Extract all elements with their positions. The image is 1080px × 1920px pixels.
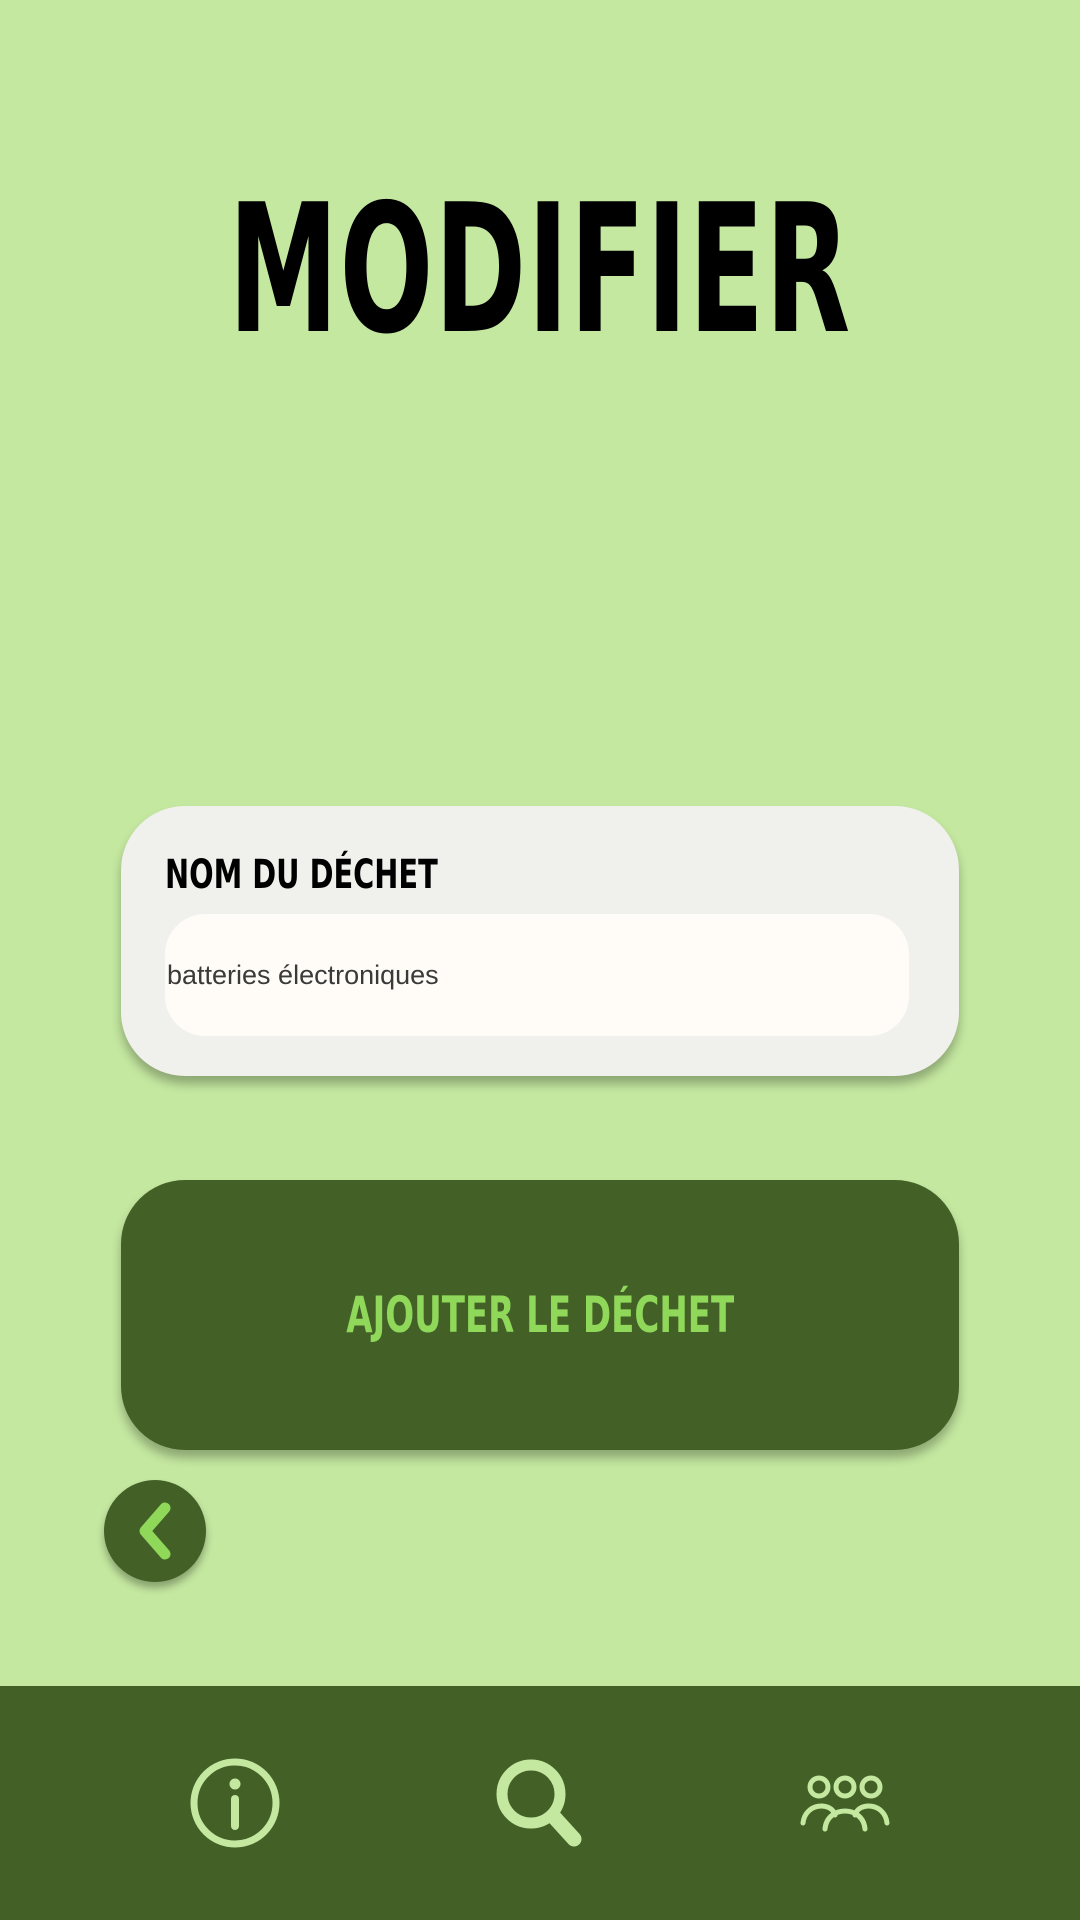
waste-name-label: NOM DU DÉCHET bbox=[165, 852, 438, 898]
search-icon bbox=[496, 1759, 582, 1847]
users-icon bbox=[800, 1775, 890, 1832]
page-title: MODIFIER bbox=[228, 166, 852, 373]
nav-item-community[interactable] bbox=[745, 1686, 945, 1920]
nav-item-search[interactable] bbox=[440, 1686, 640, 1920]
chevron-left-icon bbox=[139, 1502, 171, 1560]
waste-name-card: NOM DU DÉCHET bbox=[121, 806, 959, 1076]
waste-name-input[interactable] bbox=[165, 914, 909, 1036]
nav-item-info[interactable] bbox=[135, 1686, 335, 1920]
info-icon bbox=[190, 1758, 280, 1848]
back-button[interactable] bbox=[104, 1480, 206, 1582]
bottom-navigation bbox=[0, 1686, 1080, 1920]
add-waste-button-label: AJOUTER LE DÉCHET bbox=[346, 1286, 734, 1344]
app-screen: MODIFIER NOM DU DÉCHET AJOUTER LE DÉCHET bbox=[0, 0, 1080, 1920]
add-waste-button[interactable]: AJOUTER LE DÉCHET bbox=[121, 1180, 959, 1450]
